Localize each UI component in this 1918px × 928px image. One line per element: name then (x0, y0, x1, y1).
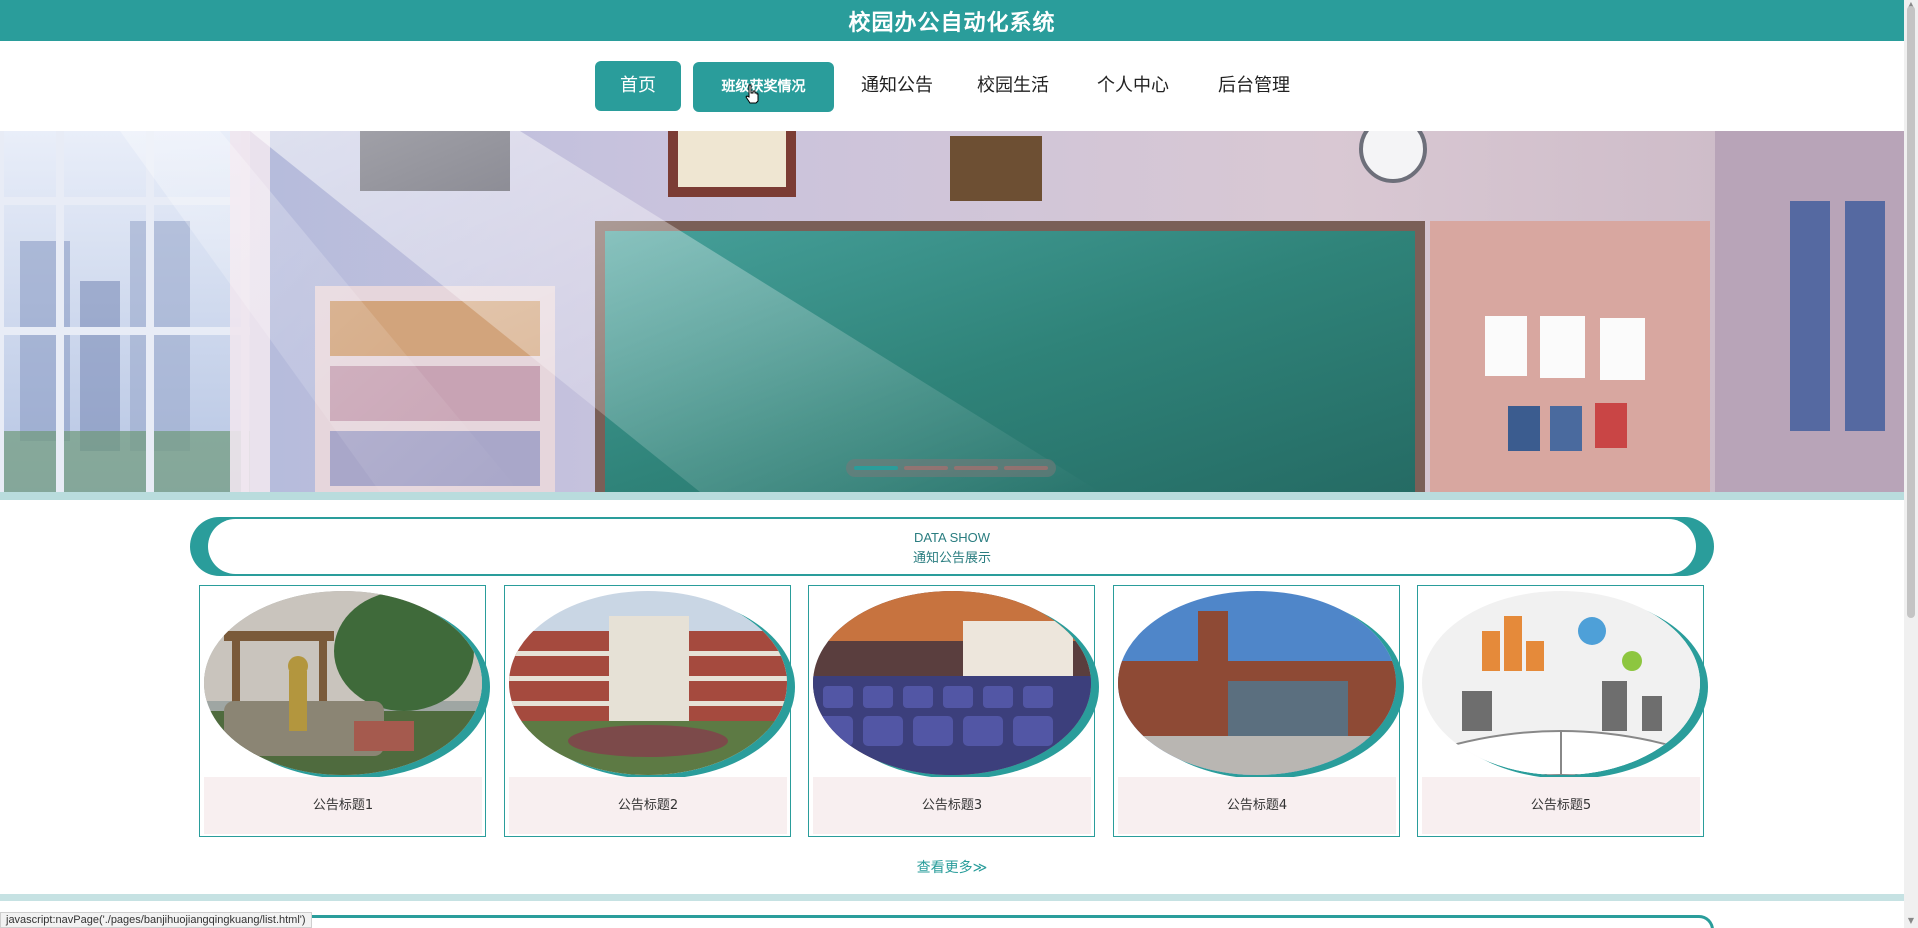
notice-image (204, 591, 482, 775)
carousel-dot-2[interactable] (904, 466, 948, 470)
header-bar: 校园办公自动化系统 (0, 0, 1904, 41)
browser-status-bar: javascript:navPage('./pages/banjihuojian… (0, 912, 312, 928)
carousel-dot-4[interactable] (1004, 466, 1048, 470)
section-title-cn: 通知公告展示 (912, 551, 991, 566)
notice-title[interactable]: 公告标题3 (813, 777, 1091, 834)
banner-carousel[interactable] (0, 131, 1904, 492)
notice-card[interactable]: 公告标题1 (199, 585, 486, 837)
notice-card[interactable]: 公告标题4 (1113, 585, 1400, 837)
banner-divider (0, 492, 1904, 500)
carousel-dot-3[interactable] (954, 466, 998, 470)
notice-title[interactable]: 公告标题2 (509, 777, 787, 834)
notice-section-header: DATA SHOW 通知公告展示 (190, 517, 1714, 576)
notice-image (813, 591, 1091, 775)
section-title-en: DATA SHOW (913, 530, 991, 545)
notice-card[interactable]: 公告标题3 (808, 585, 1095, 837)
carousel-indicators (846, 459, 1056, 477)
hand-cursor-icon (745, 84, 759, 104)
notice-image (1422, 591, 1700, 775)
notice-card[interactable]: 公告标题2 (504, 585, 791, 837)
scroll-down-icon[interactable]: ▼ (1906, 916, 1916, 926)
nav-campus-life[interactable]: 校园生活 (974, 61, 1052, 111)
notice-image (1118, 591, 1396, 775)
notice-title[interactable]: 公告标题1 (204, 777, 482, 834)
scrollbar-thumb[interactable] (1907, 6, 1915, 618)
nav-class-awards[interactable]: 班级获奖情况 (693, 62, 834, 112)
carousel-dot-1[interactable] (854, 466, 898, 470)
nav-personal-center[interactable]: 个人中心 (1094, 61, 1172, 111)
next-section-header (190, 915, 1714, 928)
view-more-link[interactable]: 查看更多≫ (0, 857, 1904, 877)
nav-admin[interactable]: 后台管理 (1215, 61, 1293, 111)
classroom-banner-image (0, 131, 1904, 492)
site-title: 校园办公自动化系统 (848, 11, 1056, 36)
nav-notices[interactable]: 通知公告 (858, 61, 936, 111)
page-scrollbar[interactable]: ▲ ▼ (1904, 0, 1918, 928)
notice-title[interactable]: 公告标题4 (1118, 777, 1396, 834)
section-header-inner: DATA SHOW 通知公告展示 (208, 519, 1696, 574)
notice-image (509, 591, 787, 775)
nav-home[interactable]: 首页 (595, 61, 681, 111)
section-divider (0, 894, 1904, 901)
notice-title[interactable]: 公告标题5 (1422, 777, 1700, 834)
main-nav: 首页 班级获奖情况 通知公告 校园生活 个人中心 后台管理 (0, 41, 1904, 131)
notice-card[interactable]: 公告标题5 (1417, 585, 1704, 837)
page: 校园办公自动化系统 首页 班级获奖情况 通知公告 校园生活 个人中心 后台管理 (0, 0, 1918, 928)
